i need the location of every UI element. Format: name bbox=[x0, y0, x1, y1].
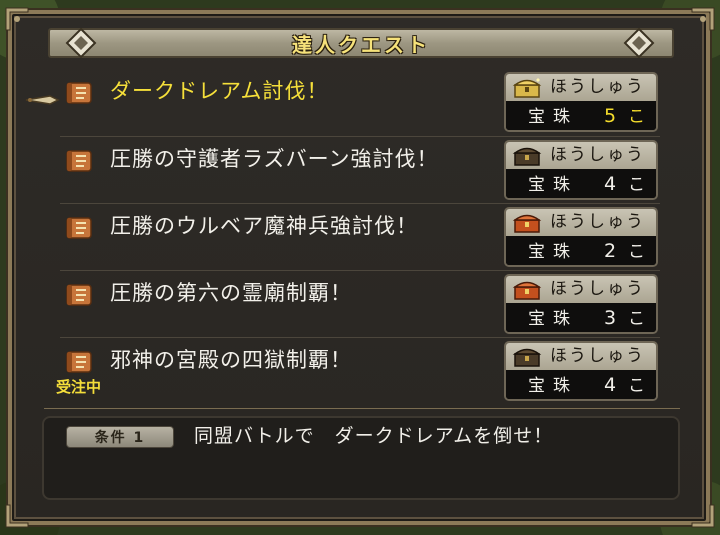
reward-label: ほうしゅう bbox=[550, 279, 645, 299]
reward-box: ほうしゅう 宝珠 4 こ bbox=[504, 140, 658, 200]
quest-name: 圧勝のウルベア魔神兵強討伐！ bbox=[110, 214, 418, 238]
game-screen: { "window": { "title": "達人クエスト" }, "colo… bbox=[0, 0, 720, 535]
reward-label: ほうしゅう bbox=[550, 346, 645, 366]
reward-count: 3 bbox=[604, 307, 617, 329]
red-chest-icon bbox=[512, 281, 542, 300]
frame-corner-ornament-icon bbox=[5, 7, 29, 31]
reward-box: ほうしゅう 宝珠 2 こ bbox=[504, 207, 658, 267]
window-title: 達人クエスト bbox=[292, 32, 430, 57]
quest-row[interactable]: 圧勝のウルベア魔神兵強討伐！ ほうしゅう 宝珠 2 こ bbox=[52, 207, 662, 273]
reward-count: 4 bbox=[604, 374, 617, 396]
quest-row[interactable]: 圧勝の守護者ラズバーン強討伐！ ほうしゅう 宝珠 4 こ bbox=[52, 140, 662, 206]
reward-unit: こ bbox=[628, 107, 645, 127]
quest-scroll-icon bbox=[66, 82, 92, 104]
diamond-ornament-icon bbox=[65, 27, 97, 59]
quest-name: 圧勝の第六の霊廟制覇！ bbox=[110, 281, 352, 305]
condition-text: 同盟バトルで ダークドレアムを倒せ！ bbox=[194, 425, 554, 447]
gold-chest-icon bbox=[512, 78, 542, 98]
quest-scroll-icon bbox=[66, 284, 92, 306]
reward-count: 2 bbox=[604, 240, 617, 262]
reward-item-name: 宝珠 bbox=[528, 175, 578, 195]
quest-name: 邪神の宮殿の四獄制覇！ bbox=[110, 348, 352, 372]
reward-box: ほうしゅう 宝珠 3 こ bbox=[504, 274, 658, 334]
section-divider bbox=[44, 408, 680, 409]
frame-corner-ornament-icon bbox=[5, 504, 29, 528]
reward-label: ほうしゅう bbox=[550, 145, 645, 165]
reward-item-name: 宝珠 bbox=[528, 376, 578, 396]
reward-unit: こ bbox=[628, 175, 645, 195]
dark-chest-icon bbox=[512, 147, 542, 166]
reward-item-name: 宝珠 bbox=[528, 107, 578, 127]
quest-row[interactable]: 邪神の宮殿の四獄制覇！ ほうしゅう 宝珠 4 こ bbox=[52, 341, 662, 407]
quest-name: ダークドレアム討伐！ bbox=[110, 79, 329, 103]
quest-scroll-icon bbox=[66, 217, 92, 239]
quest-scroll-icon bbox=[66, 150, 92, 172]
quest-scroll-icon bbox=[66, 351, 92, 373]
frame-corner-ornament-icon bbox=[691, 504, 715, 528]
reward-count: 5 bbox=[604, 105, 617, 127]
dark-chest-icon bbox=[512, 348, 542, 367]
reward-item-name: 宝珠 bbox=[528, 242, 578, 262]
reward-unit: こ bbox=[628, 376, 645, 396]
condition-panel: 条件 1 同盟バトルで ダークドレアムを倒せ！ bbox=[42, 416, 680, 500]
reward-box: ほうしゅう 宝珠 4 こ bbox=[504, 341, 658, 401]
quest-row[interactable]: 圧勝の第六の霊廟制覇！ ほうしゅう 宝珠 3 こ bbox=[52, 274, 662, 340]
reward-unit: こ bbox=[628, 242, 645, 262]
reward-box: ほうしゅう 宝珠 5 こ bbox=[504, 72, 658, 132]
reward-label: ほうしゅう bbox=[550, 77, 645, 97]
diamond-ornament-icon bbox=[623, 27, 655, 59]
reward-label: ほうしゅう bbox=[550, 212, 645, 232]
quest-name: 圧勝の守護者ラズバーン強討伐！ bbox=[110, 147, 439, 171]
frame-corner-ornament-icon bbox=[691, 7, 715, 31]
window-title-bar: 達人クエスト bbox=[48, 28, 674, 58]
reward-item-name: 宝珠 bbox=[528, 309, 578, 329]
reward-unit: こ bbox=[628, 309, 645, 329]
reward-count: 4 bbox=[604, 173, 617, 195]
red-chest-icon bbox=[512, 214, 542, 233]
quest-row[interactable]: ダークドレアム討伐！ ほうしゅう 宝珠 5 こ bbox=[52, 72, 662, 138]
condition-badge: 条件 1 bbox=[66, 426, 174, 448]
quest-status-badge: 受注中 bbox=[56, 378, 102, 396]
